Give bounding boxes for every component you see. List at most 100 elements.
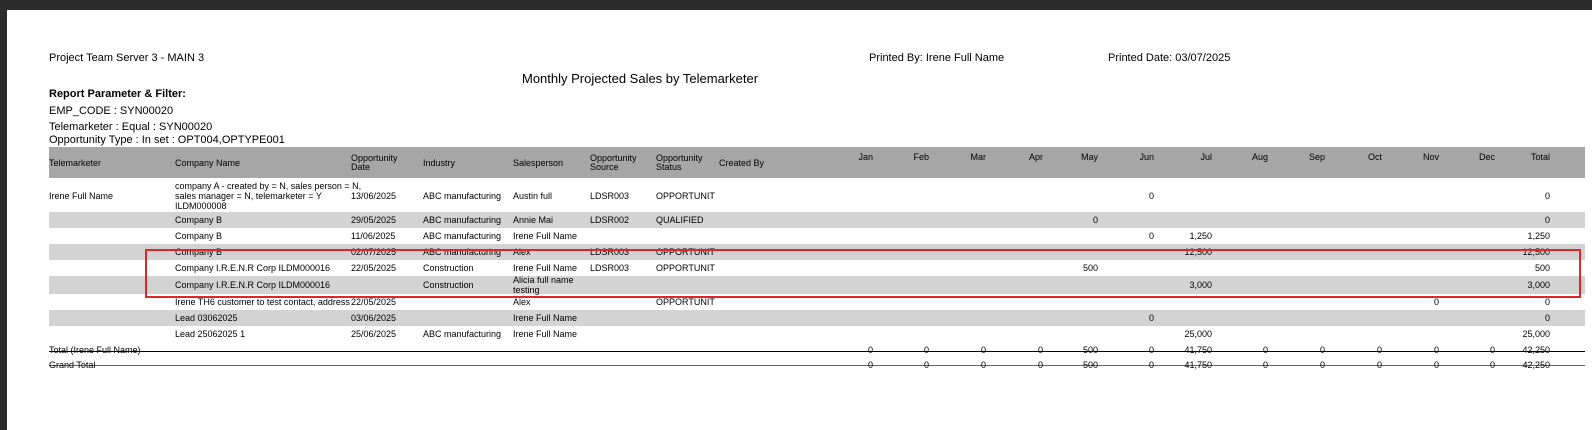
report-page: Project Team Server 3 - MAIN 3 Printed B… [7, 10, 1592, 430]
cell-salesperson: Irene Full Name [513, 313, 578, 323]
row-band [49, 244, 1585, 260]
header-created-by: Created By [719, 158, 765, 168]
cell-opp-date: 03/06/2025 [351, 313, 397, 323]
header-month-aug: Aug [1251, 152, 1268, 162]
cell-industry: Construction [423, 263, 474, 273]
header-opp-status: Status [656, 162, 682, 172]
total-month-may: 500 [1082, 345, 1098, 355]
cell-total: 0 [1544, 297, 1550, 307]
grand-total-rule [49, 365, 1585, 366]
header-company: Company Name [175, 158, 241, 168]
cell-total: 0 [1544, 313, 1550, 323]
cell-company: sales manager = N, telemarketer = Y [175, 191, 322, 201]
cell-industry: ABC manufacturing [423, 329, 502, 339]
cell-total: 1,250 [1527, 231, 1550, 241]
cell-salesperson: Irene Full Name [513, 329, 578, 339]
cell-salesperson: Annie Mai [513, 215, 554, 225]
total-month-aug: 0 [1262, 360, 1268, 370]
cell-salesperson: Alex [513, 297, 531, 307]
cell-industry: ABC manufacturing [423, 247, 502, 257]
cell-month-jul: 3,000 [1189, 280, 1212, 290]
total-month-jul: 41,750 [1184, 345, 1212, 355]
cell-industry: Construction [423, 280, 474, 290]
total-month-oct: 0 [1376, 345, 1382, 355]
cell-company: Company B [175, 215, 223, 225]
header-month-oct: Oct [1367, 152, 1382, 162]
cell-company: Lead 03062025 [175, 313, 238, 323]
header-month-nov: Nov [1422, 152, 1439, 162]
total-month-sep: 0 [1319, 345, 1325, 355]
cell-opp-status: OPPORTUNIT [656, 263, 715, 273]
total-month-mar: 0 [980, 360, 986, 370]
total-month-apr: 0 [1037, 360, 1043, 370]
header-industry: Industry [423, 158, 456, 168]
cell-opp-status: OPPORTUNIT [656, 191, 715, 201]
cell-total: 3,000 [1527, 280, 1550, 290]
cell-opp-source: LDSR003 [590, 247, 630, 257]
header-telemarketer: Telemarketer [49, 158, 102, 168]
total-month-may: 500 [1082, 360, 1098, 370]
cell-salesperson: Alicia full name [513, 275, 574, 285]
total-month-aug: 0 [1262, 345, 1268, 355]
total-month-jan: 0 [867, 345, 873, 355]
cell-total: 500 [1534, 263, 1550, 273]
cell-opp-date: 25/06/2025 [351, 329, 397, 339]
total-month-feb: 0 [923, 345, 929, 355]
total-rule [49, 351, 1585, 352]
header-total: Total [1530, 152, 1550, 162]
cell-telemarketer: Irene Full Name [49, 191, 114, 201]
cell-opp-status: QUALIFIED [656, 215, 704, 225]
cell-salesperson: Irene Full Name [513, 231, 578, 241]
cell-total: 12,500 [1522, 247, 1550, 257]
cell-opp-source: LDSR003 [590, 263, 630, 273]
total-month-dec: 0 [1489, 345, 1495, 355]
cell-opp-date: 22/05/2025 [351, 297, 397, 307]
cell-salesperson: testing [513, 285, 540, 295]
cell-industry: ABC manufacturing [423, 231, 502, 241]
cell-month-jun: 0 [1148, 231, 1154, 241]
cell-company: Company I.R.E.N.R Corp ILDM000016 [175, 280, 331, 290]
header-month-mar: Mar [970, 152, 987, 162]
cell-opp-date: 13/06/2025 [351, 191, 397, 201]
cell-opp-source: LDSR003 [590, 191, 630, 201]
row-band [49, 310, 1585, 326]
cell-company: company A - created by = N, sales person… [175, 181, 362, 191]
header-salesperson: Salesperson [513, 158, 564, 168]
cell-month-may: 500 [1082, 263, 1098, 273]
cell-opp-date: 22/05/2025 [351, 263, 397, 273]
total-month-mar: 0 [980, 345, 986, 355]
cell-company: Irene TH6 customer to test contact, addr… [175, 297, 350, 307]
total-month-oct: 0 [1376, 360, 1382, 370]
cell-opp-date: 02/07/2025 [351, 247, 397, 257]
cell-opp-date: 29/05/2025 [351, 215, 397, 225]
column-header-band [49, 147, 1585, 178]
header-month-dec: Dec [1478, 152, 1495, 162]
total-month-dec: 0 [1489, 360, 1495, 370]
total-value: 42,250 [1522, 345, 1550, 355]
total-month-jun: 0 [1148, 345, 1154, 355]
total-value: 42,250 [1522, 360, 1550, 370]
total-month-sep: 0 [1319, 360, 1325, 370]
total-month-feb: 0 [923, 360, 929, 370]
filter-line: EMP_CODE : SYN00020 [49, 105, 174, 117]
cell-opp-date: 11/06/2025 [351, 231, 396, 241]
header-month-jan: Jan [858, 152, 873, 162]
cell-company: Lead 25062025 1 [175, 329, 246, 339]
cell-month-jun: 0 [1148, 313, 1154, 323]
cell-company: Company B [175, 231, 223, 241]
row-band [49, 212, 1585, 228]
cell-opp-status: OPPORTUNIT [656, 297, 715, 307]
report-title: Monthly Projected Sales by Telemarketer [522, 71, 759, 86]
cell-company: ILDM000008 [175, 201, 227, 211]
printed-date: Printed Date: 03/07/2025 [1108, 52, 1231, 64]
cell-total: 25,000 [1522, 329, 1550, 339]
cell-industry: ABC manufacturing [423, 215, 502, 225]
header-month-may: May [1080, 152, 1098, 162]
cell-month-jul: 12,500 [1184, 247, 1212, 257]
filter-heading: Report Parameter & Filter: [49, 88, 186, 100]
header-month-jul: Jul [1200, 152, 1212, 162]
header-month-sep: Sep [1308, 152, 1325, 162]
filter-line: Telemarketer : Equal : SYN00020 [49, 121, 213, 133]
header-month-feb: Feb [913, 152, 929, 162]
cell-company: Company B [175, 247, 223, 257]
